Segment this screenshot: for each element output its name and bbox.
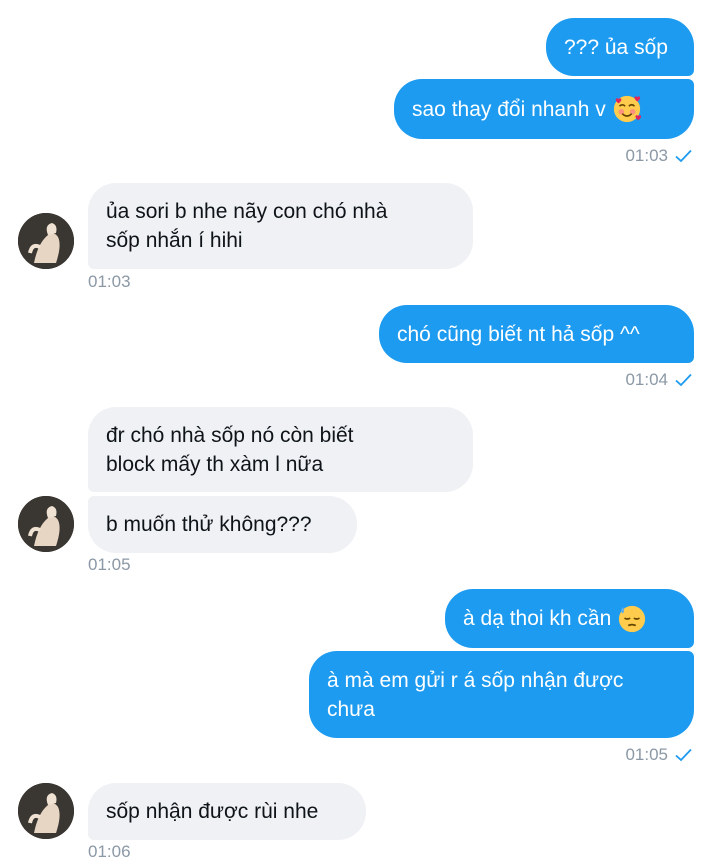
- message-timestamp: 01:06: [88, 842, 131, 862]
- timestamp-text: 01:05: [625, 745, 668, 764]
- message-text-line: chưa: [327, 697, 375, 721]
- message-text-line: đr chó nhà sốp nó còn biết: [106, 423, 354, 447]
- message-text-line: sốp nhắn í hihi: [106, 229, 243, 252]
- message-text-line: à mà em gửi r á sốp nhận được: [327, 668, 624, 692]
- message-text-line: block mấy th xàm l nữa: [106, 452, 324, 476]
- read-check-icon: [675, 149, 692, 163]
- message-timestamp: 01:03: [625, 146, 692, 166]
- message-bubble-outgoing[interactable]: à mà em gửi r á sốp nhận được chưa: [309, 651, 694, 738]
- message-text: chó cũng biết nt hả sốp ^^: [397, 322, 640, 346]
- message-text: sốp nhận được rùi nhe: [106, 800, 319, 823]
- message-bubble-outgoing[interactable]: ??? ủa sốp: [546, 18, 694, 76]
- timestamp-text: 01:03: [88, 272, 131, 291]
- message-timestamp: 01:04: [625, 370, 692, 390]
- message-bubble-outgoing[interactable]: sao thay đổi nhanh v: [394, 79, 694, 139]
- message-timestamp: 01:03: [88, 272, 131, 292]
- read-check-icon: [675, 748, 692, 762]
- message-bubble-outgoing[interactable]: chó cũng biết nt hả sốp ^^: [379, 305, 694, 363]
- message-text: b muốn thử không???: [106, 513, 312, 536]
- message-bubble-incoming[interactable]: đr chó nhà sốp nó còn biết block mấy th …: [88, 407, 473, 492]
- message-bubble-outgoing[interactable]: à dạ thoi kh cần: [445, 589, 694, 648]
- message-bubble-incoming[interactable]: sốp nhận được rùi nhe: [88, 783, 366, 840]
- timestamp-text: 01:03: [625, 146, 668, 165]
- avatar[interactable]: [18, 783, 74, 839]
- timestamp-text: 01:06: [88, 842, 131, 861]
- timestamp-text: 01:04: [625, 370, 668, 389]
- message-timestamp: 01:05: [625, 745, 692, 765]
- message-text: à dạ thoi kh cần: [463, 607, 612, 630]
- message-text: ??? ủa sốp: [564, 35, 668, 59]
- message-text: sao thay đổi nhanh v: [412, 97, 606, 121]
- timestamp-text: 01:05: [88, 555, 131, 574]
- message-bubble-incoming[interactable]: ủa sori b nhe nãy con chó nhà sốp nhắn í…: [88, 183, 473, 269]
- message-bubble-incoming[interactable]: b muốn thử không???: [88, 496, 357, 553]
- avatar[interactable]: [18, 213, 74, 269]
- downcast-sweat-face-icon: [617, 604, 647, 634]
- message-text-line: ủa sori b nhe nãy con chó nhà: [106, 200, 388, 223]
- avatar[interactable]: [18, 496, 74, 552]
- smiling-face-with-hearts-icon: [612, 94, 642, 124]
- message-timestamp: 01:05: [88, 555, 131, 575]
- read-check-icon: [675, 373, 692, 387]
